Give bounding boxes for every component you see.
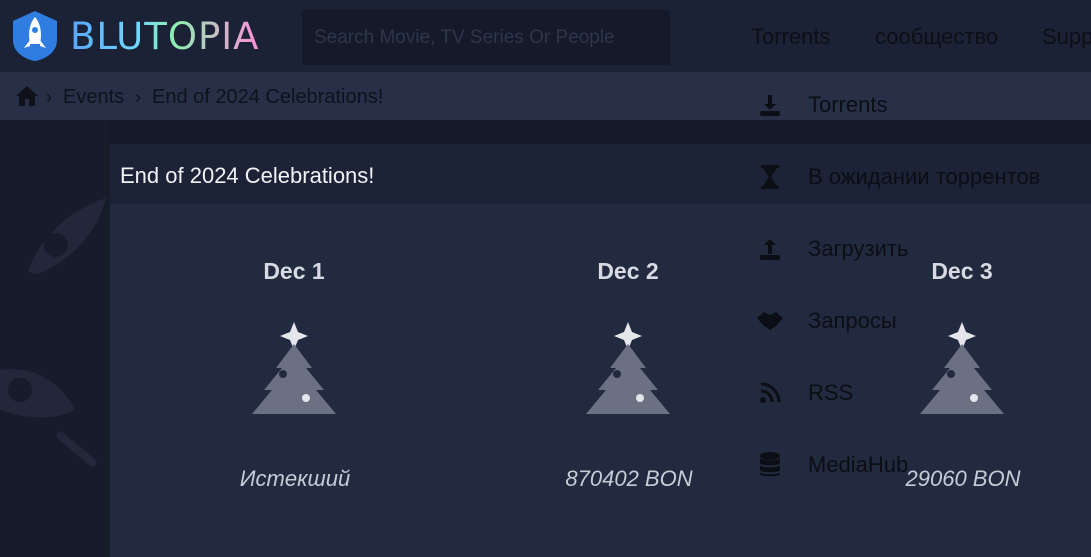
christmas-tree-icon[interactable] bbox=[918, 318, 1008, 418]
rocket-icon bbox=[28, 198, 106, 274]
background-decoration bbox=[0, 120, 110, 557]
chevron-right-icon: › bbox=[135, 87, 141, 107]
day-label: Dec 3 bbox=[931, 258, 993, 284]
menu-item-mediahub[interactable]: MediaHub bbox=[756, 451, 908, 479]
menu-item-rss[interactable]: RSS bbox=[756, 379, 853, 407]
rocket-shield-icon bbox=[13, 11, 57, 61]
panel-title: End of 2024 Celebrations! bbox=[120, 163, 375, 188]
menu-item-label: В ожидании торрентов bbox=[808, 164, 1041, 189]
nav-community[interactable]: сообщество bbox=[875, 24, 998, 50]
breadcrumb-events[interactable]: Events bbox=[63, 86, 124, 109]
nav-torrents[interactable]: Torrents bbox=[751, 24, 830, 50]
menu-item-requests[interactable]: Запросы bbox=[756, 307, 897, 335]
rocket-icon bbox=[0, 369, 97, 467]
day-card[interactable]: Dec 1 bbox=[194, 258, 394, 285]
day-reward: Истекший bbox=[239, 466, 351, 491]
site-logo[interactable]: BLUTOPIA bbox=[10, 10, 260, 62]
handshake-icon bbox=[756, 307, 784, 335]
menu-item-label: RSS bbox=[808, 380, 854, 405]
nav-support[interactable]: Supp bbox=[1042, 24, 1091, 50]
day-label: Dec 2 bbox=[597, 258, 659, 284]
search-input[interactable] bbox=[302, 10, 670, 65]
breadcrumb-current: End of 2024 Celebrations! bbox=[152, 86, 384, 108]
day-reward: 870402 BON bbox=[565, 466, 693, 491]
day-card[interactable]: Dec 2 bbox=[528, 258, 728, 285]
christmas-tree-icon[interactable] bbox=[250, 318, 340, 418]
home-icon[interactable] bbox=[15, 85, 39, 107]
menu-item-label: Загрузить bbox=[808, 236, 909, 261]
menu-item-pending-torrents[interactable]: В ожидании торрентов bbox=[756, 163, 1040, 191]
menu-item-label: Torrents bbox=[808, 92, 888, 117]
menu-item-label: Запросы bbox=[808, 308, 897, 333]
chevron-right-icon: › bbox=[46, 87, 52, 107]
day-label: Dec 1 bbox=[263, 258, 325, 284]
download-icon bbox=[756, 91, 784, 119]
christmas-tree-icon[interactable] bbox=[584, 318, 674, 418]
hourglass-icon bbox=[756, 163, 784, 191]
menu-item-upload[interactable]: Загрузить bbox=[756, 235, 908, 263]
brand-name: BLUTOPIA bbox=[70, 14, 260, 58]
rss-icon bbox=[756, 379, 784, 407]
upload-icon bbox=[756, 235, 784, 263]
menu-item-torrents[interactable]: Torrents bbox=[756, 91, 887, 119]
database-icon bbox=[756, 451, 784, 479]
menu-item-label: MediaHub bbox=[808, 452, 909, 477]
